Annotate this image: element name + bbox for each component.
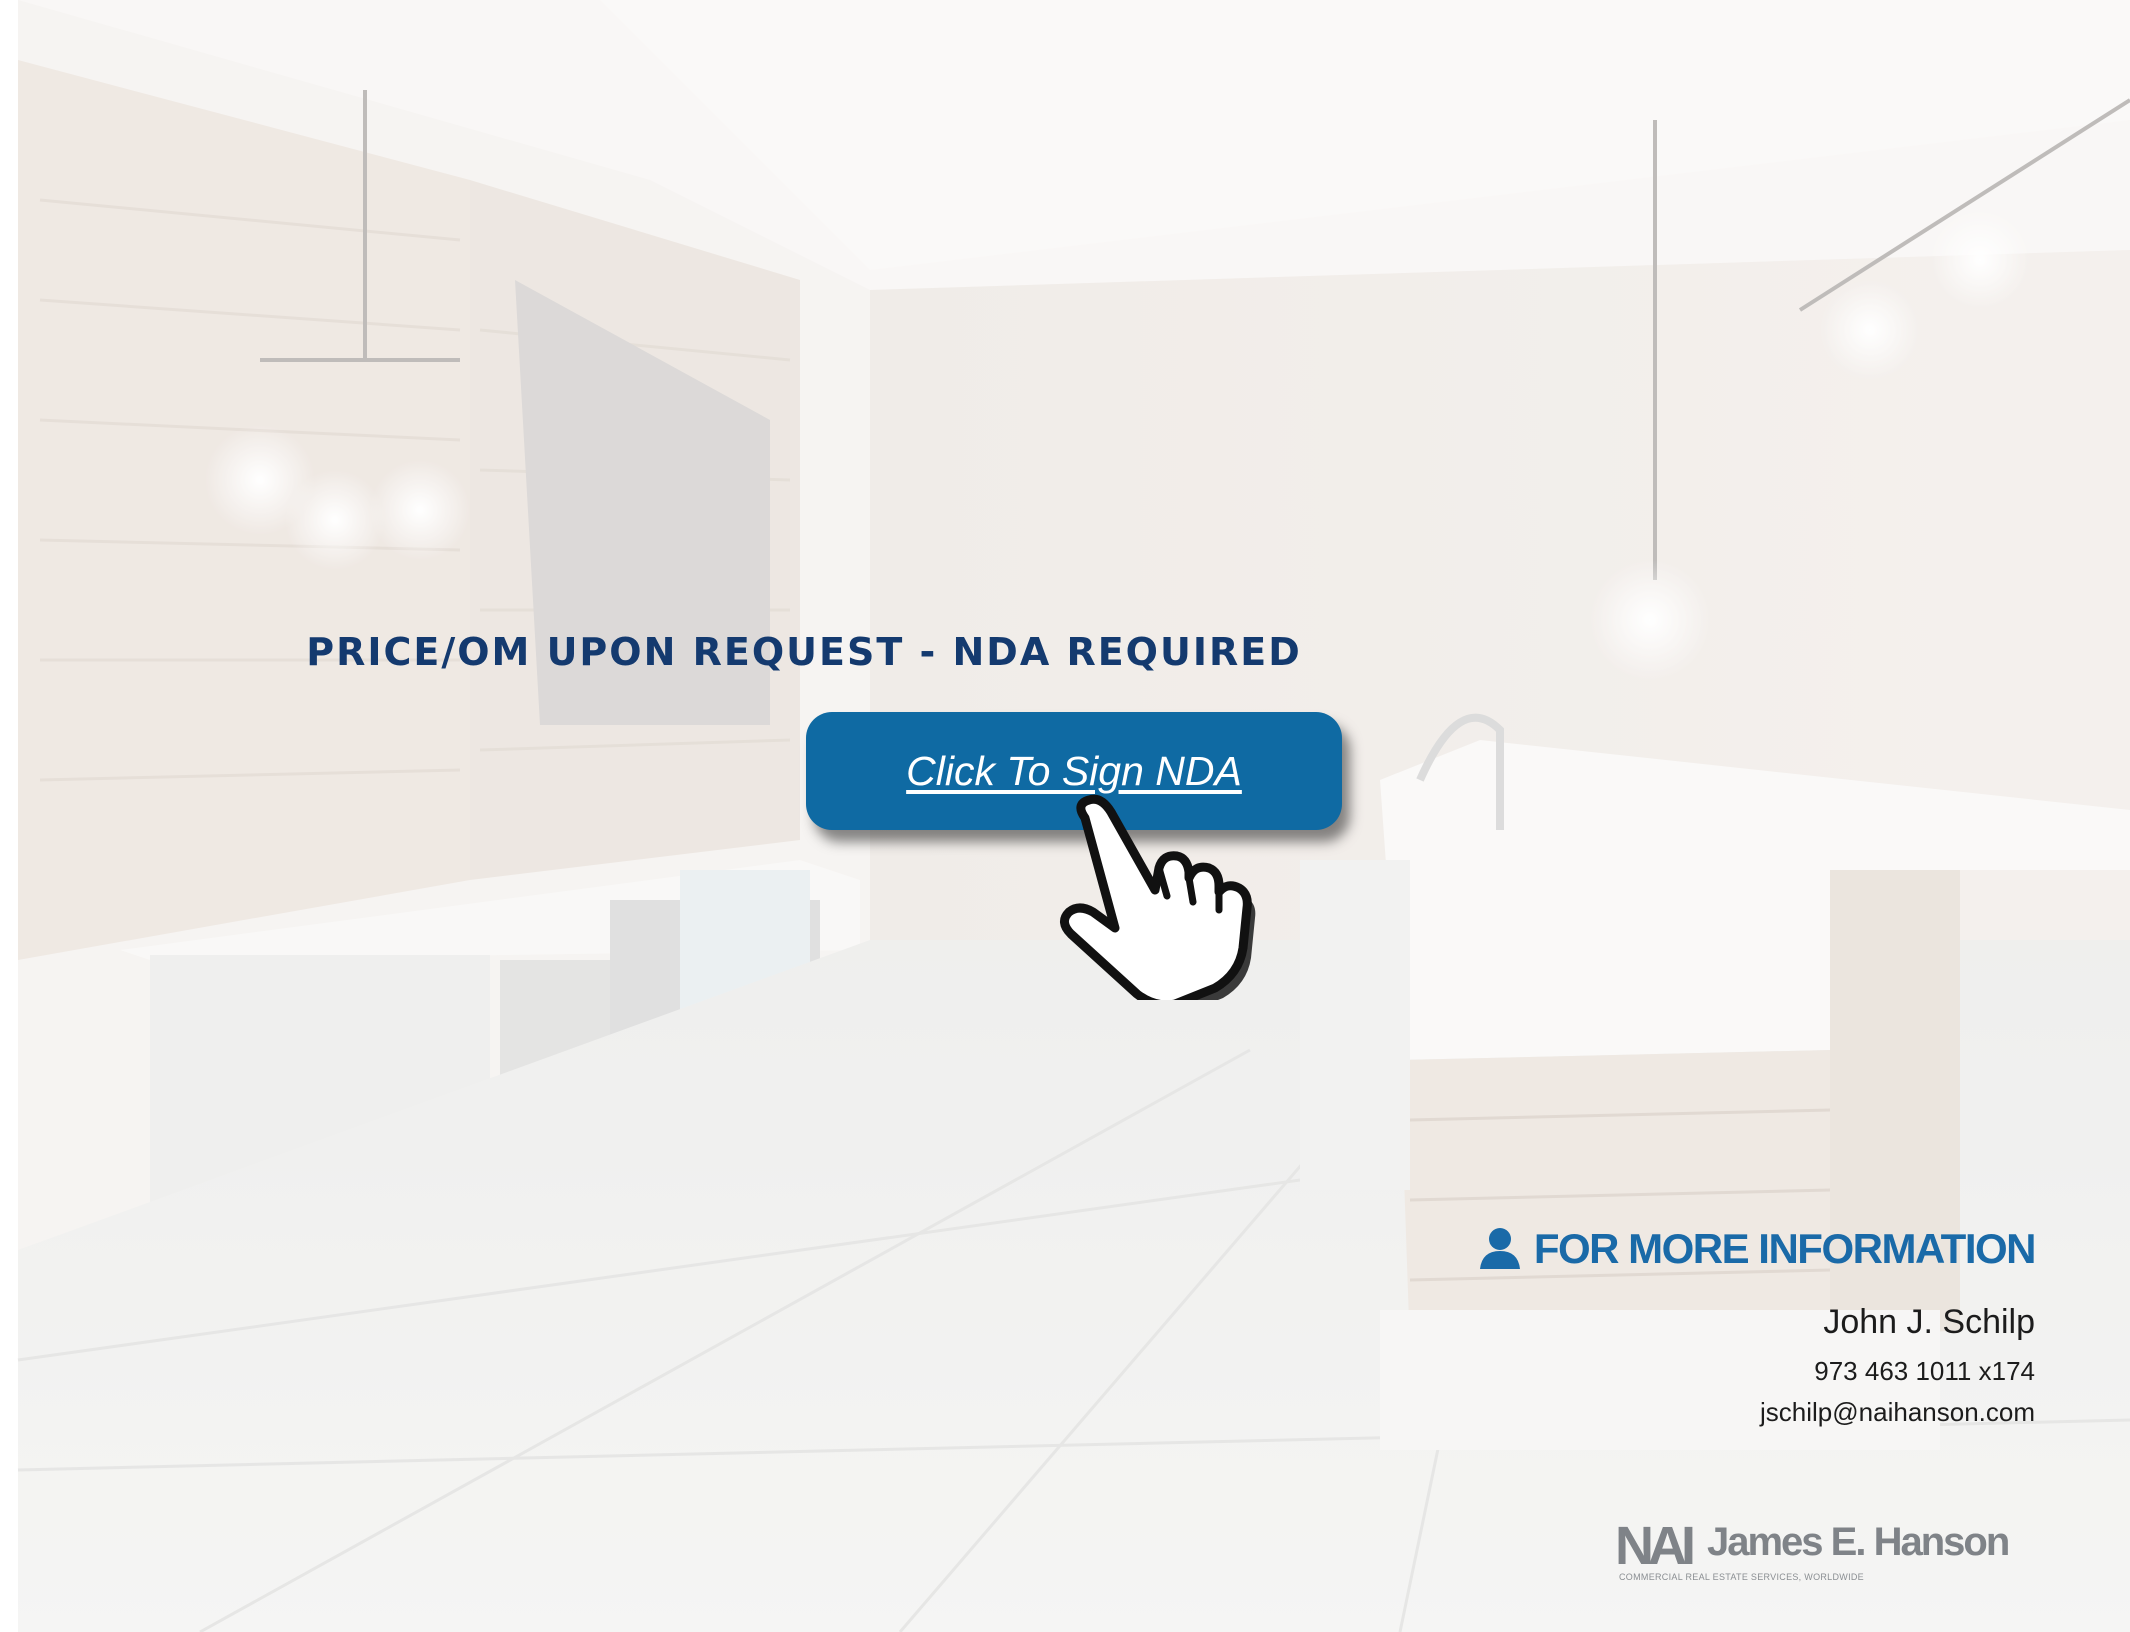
nai-hanson-logo: NAI James E. Hanson COMMERCIAL REAL ESTA… xyxy=(1615,1516,2035,1586)
logo-tagline: COMMERCIAL REAL ESTATE SERVICES, WORLDWI… xyxy=(1619,1572,1864,1582)
contact-block: FOR MORE INFORMATION John J. Schilp 973 … xyxy=(1478,1225,2037,1428)
contact-email[interactable]: jschilp@naihanson.com xyxy=(1478,1397,2035,1428)
person-icon xyxy=(1479,1228,1520,1269)
logo-name: James E. Hanson xyxy=(1707,1520,2010,1564)
contact-heading: FOR MORE INFORMATION xyxy=(1478,1225,2037,1273)
pointing-hand-icon xyxy=(1060,794,1256,1000)
contact-name: John J. Schilp xyxy=(1823,1303,2035,1341)
nai-logo-mark: NAI xyxy=(1615,1522,1699,1566)
contact-heading-text: FOR MORE INFORMATION xyxy=(1533,1225,2037,1272)
svg-text:NAI: NAI xyxy=(1615,1522,1693,1566)
sign-nda-label: Click To Sign NDA xyxy=(906,747,1242,794)
nda-heading: PRICE/OM UPON REQUEST - NDA REQUIRED xyxy=(306,630,1302,674)
contact-phone[interactable]: 973 463 1011 x174 xyxy=(1478,1356,2035,1387)
